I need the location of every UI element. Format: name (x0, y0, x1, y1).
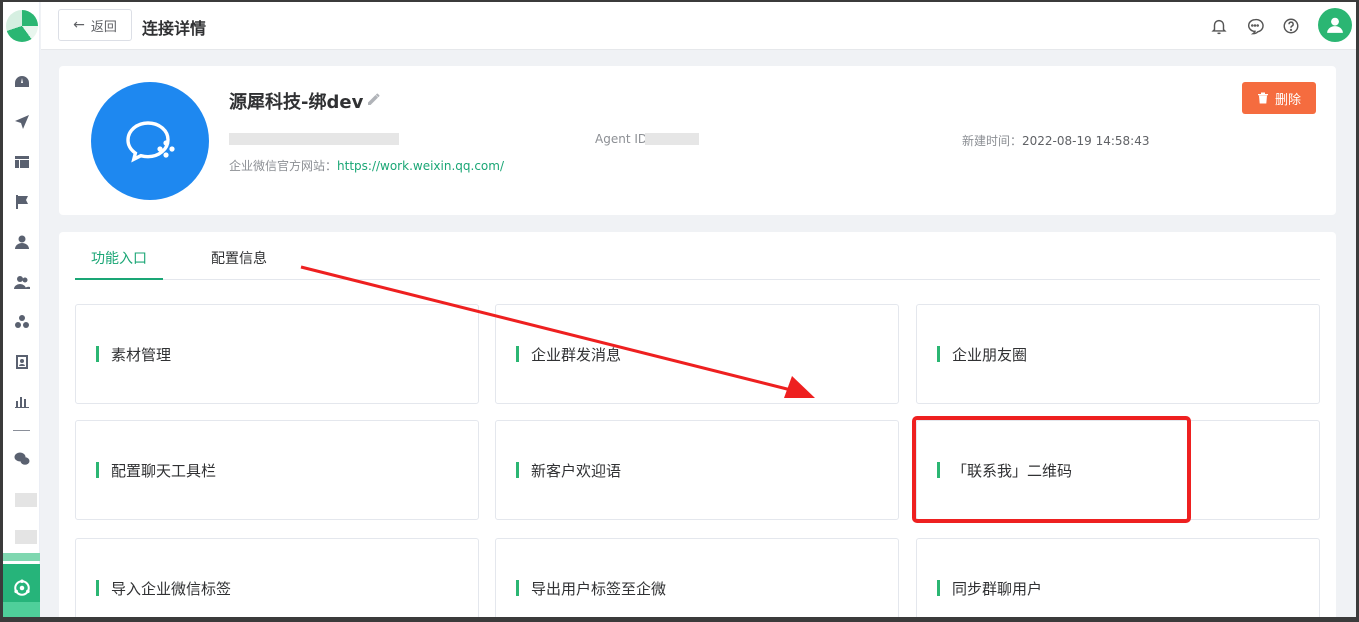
agent-id-label: Agent ID (595, 132, 648, 146)
trash-icon (1257, 92, 1268, 104)
feature-card-import-tags[interactable]: 导入企业微信标签 (75, 538, 479, 617)
feature-card-welcome-message[interactable]: 新客户欢迎语 (495, 420, 899, 520)
back-button-label: 返回 (90, 19, 117, 35)
top-header: ← 返回 连接详情 (41, 2, 1356, 50)
corp-name: 源犀科技-绑dev (229, 92, 364, 113)
accent-bar (937, 346, 940, 362)
feature-label: 同步群聊用户 (952, 579, 1043, 598)
official-site-link[interactable]: https://work.weixin.qq.com/ (337, 159, 504, 173)
feature-card-chat-toolbar[interactable]: 配置聊天工具栏 (75, 420, 479, 520)
sidebar-divider (13, 430, 30, 431)
sidebar-active-accent (3, 553, 40, 561)
help-icon[interactable] (1281, 16, 1301, 36)
accent-bar (96, 580, 99, 596)
accent-bar (516, 462, 519, 478)
tab-bar: 功能入口 配置信息 (75, 244, 1320, 280)
masked-nav-item (15, 493, 37, 507)
wechat-icon[interactable] (13, 450, 31, 468)
contact-card-icon[interactable] (13, 353, 31, 371)
bar-chart-icon[interactable] (13, 392, 31, 410)
users-icon[interactable] (13, 273, 31, 291)
arrow-left-icon: ← (73, 17, 85, 33)
back-button[interactable]: ← 返回 (58, 9, 132, 41)
delete-button-label: 删除 (1274, 92, 1301, 108)
masked-nav-item (15, 530, 37, 544)
feature-card-sync-group-users[interactable]: 同步群聊用户 (916, 538, 1320, 617)
feature-card-moments[interactable]: 企业朋友圈 (916, 304, 1320, 404)
wecom-icon (13, 579, 30, 596)
accent-bar (96, 346, 99, 362)
official-site-label: 企业微信官方网站： (229, 159, 338, 173)
accent-bar (937, 580, 940, 596)
features-card: 功能入口 配置信息 素材管理 企业群发消息 企业朋友圈 配置聊天工具栏 新客户欢… (59, 232, 1336, 617)
accent-bar (937, 462, 940, 478)
app-logo[interactable] (6, 10, 38, 42)
connection-info-card: 源犀科技-绑dev Agent ID 新建时间：2022-08-19 14:58… (59, 66, 1336, 215)
dashboard-icon[interactable] (13, 73, 31, 91)
accent-bar (516, 346, 519, 362)
feature-label: 企业朋友圈 (952, 345, 1028, 364)
feature-label: 素材管理 (111, 345, 172, 364)
sidebar-active-accent (3, 602, 40, 617)
wecom-logo (91, 82, 209, 200)
user-avatar[interactable] (1318, 8, 1352, 42)
wecom-chat-icon (126, 121, 175, 163)
delete-button[interactable]: 删除 (1242, 82, 1316, 114)
tab-config-info[interactable]: 配置信息 (195, 244, 283, 280)
created-time-label: 新建时间： (962, 134, 1023, 148)
feature-label: 「联系我」二维码 (952, 461, 1073, 480)
sidebar (3, 2, 40, 617)
feature-card-group-message[interactable]: 企业群发消息 (495, 304, 899, 404)
app-window: ← 返回 连接详情 源犀科技-绑dev Agent ID 新建时间：2022-0… (0, 0, 1359, 622)
layout-icon[interactable] (13, 153, 31, 171)
feature-label: 导出用户标签至企微 (531, 579, 667, 598)
tab-feature-entry[interactable]: 功能入口 (75, 244, 163, 280)
feature-label: 导入企业微信标签 (111, 579, 232, 598)
user-icon[interactable] (13, 233, 31, 251)
page-title: 连接详情 (142, 19, 207, 38)
created-time: 新建时间：2022-08-19 14:58:43 (962, 132, 1149, 149)
feature-label: 配置聊天工具栏 (111, 461, 217, 480)
flag-icon[interactable] (13, 193, 31, 211)
cluster-icon[interactable] (13, 313, 31, 331)
masked-agent-id (645, 133, 699, 145)
feature-card-material[interactable]: 素材管理 (75, 304, 479, 404)
edit-icon[interactable] (367, 91, 381, 105)
send-icon[interactable] (13, 113, 31, 131)
official-site: 企业微信官方网站：https://work.weixin.qq.com/ (229, 157, 504, 174)
accent-bar (96, 462, 99, 478)
feature-card-contact-me-qrcode[interactable]: 「联系我」二维码 (916, 420, 1320, 520)
bell-icon[interactable] (1209, 16, 1229, 36)
masked-corp-id (229, 133, 399, 145)
avatar-icon (1327, 17, 1343, 33)
chat-icon[interactable] (1245, 16, 1265, 36)
feature-label: 企业群发消息 (531, 345, 622, 364)
feature-label: 新客户欢迎语 (531, 461, 622, 480)
feature-card-export-tags[interactable]: 导出用户标签至企微 (495, 538, 899, 617)
created-time-value: 2022-08-19 14:58:43 (1022, 134, 1150, 148)
accent-bar (516, 580, 519, 596)
